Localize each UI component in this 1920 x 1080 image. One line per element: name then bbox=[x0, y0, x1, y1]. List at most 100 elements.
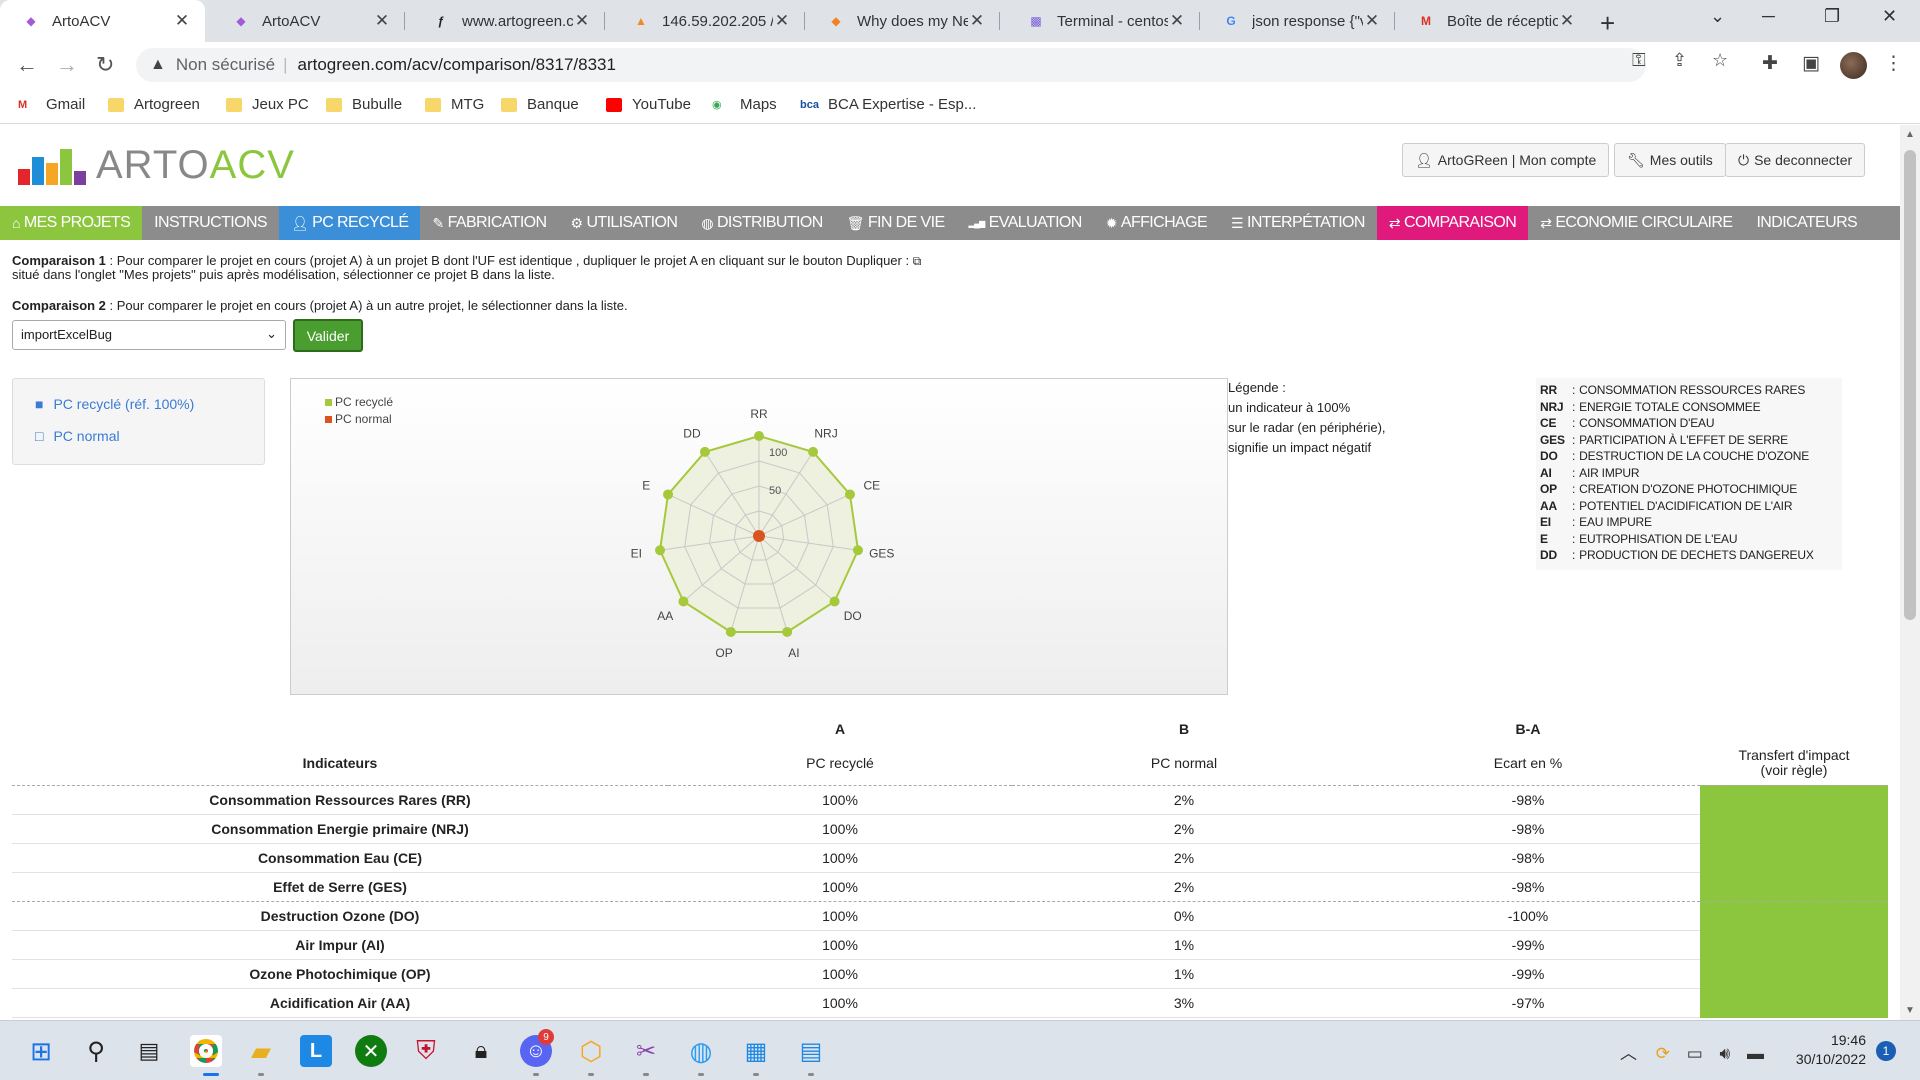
browser-tab[interactable]: ƒ www.artogreen.c ✕ bbox=[410, 0, 605, 42]
scroll-up-icon[interactable]: ▲ bbox=[1905, 129, 1915, 140]
extensions-icon[interactable]: ✚ bbox=[1762, 52, 1778, 75]
tray-chevron-up-icon[interactable]: ︿ bbox=[1620, 1044, 1637, 1063]
rule-link[interactable]: (voir règle) bbox=[1761, 762, 1828, 778]
key-icon[interactable]: ⚿ bbox=[1632, 50, 1646, 71]
series-point-pc-recycle bbox=[663, 489, 674, 500]
forward-icon[interactable]: → bbox=[56, 52, 78, 78]
chrome-taskbar-icon[interactable] bbox=[190, 1035, 222, 1067]
window-close-icon[interactable]: ✕ bbox=[1882, 6, 1897, 27]
main-menu: ⌂ MES PROJETS INSTRUCTIONS 👤︎ PC RECYCLÉ ✎ FAB… bbox=[0, 206, 1900, 240]
cell-ba: -98% bbox=[1356, 814, 1700, 844]
validate-button[interactable]: Valider bbox=[293, 319, 363, 352]
notepad-icon[interactable]: ▤ bbox=[795, 1035, 827, 1067]
browser-tab[interactable]: M Boîte de réceptio ✕ bbox=[1395, 0, 1590, 42]
tab-close-icon[interactable]: ✕ bbox=[173, 11, 191, 31]
tab-search-icon[interactable]: ⌄ bbox=[1710, 6, 1725, 27]
tab-close-icon[interactable]: ✕ bbox=[1363, 11, 1381, 31]
tools-button[interactable]: 🔧︎ Mes outils bbox=[1614, 143, 1726, 177]
duplicate-icon[interactable]: ⧉ bbox=[913, 254, 922, 268]
network-icon[interactable]: ▭ bbox=[1687, 1044, 1703, 1063]
project-select[interactable]: importExcelBug ⌄ bbox=[12, 320, 286, 350]
browser-tab[interactable]: ◆ Why does my Ne ✕ bbox=[805, 0, 1000, 42]
windows-start-icon[interactable]: ⊞ bbox=[25, 1035, 57, 1067]
menu-item-interpétation[interactable]: ☰ INTERPÉTATION bbox=[1219, 206, 1377, 240]
menu-item-fin-de-vie[interactable]: 🗑︎ FIN DE VIE bbox=[835, 206, 957, 240]
bookmark-item[interactable]: Artogreen bbox=[108, 96, 200, 113]
sync-icon[interactable]: ⟳ bbox=[1656, 1044, 1670, 1063]
task-view-icon[interactable]: ▤ bbox=[133, 1035, 165, 1067]
menu-item-evaluation[interactable]: ▂▄▆ EVALUATION bbox=[957, 206, 1094, 240]
scroll-down-icon[interactable]: ▼ bbox=[1905, 1005, 1915, 1016]
share-icon[interactable]: ⇪ bbox=[1672, 50, 1687, 71]
minimize-icon[interactable]: ─ bbox=[1762, 6, 1775, 27]
bookmark-item[interactable]: M Gmail bbox=[18, 96, 85, 113]
menu-item-mes-projets[interactable]: ⌂ MES PROJETS bbox=[0, 206, 143, 240]
folder-open-icon: □ bbox=[35, 428, 44, 444]
project-item-compared[interactable]: □ PC normal bbox=[35, 428, 120, 444]
tab-close-icon[interactable]: ✕ bbox=[773, 11, 791, 31]
radar-axis-label: RR bbox=[750, 407, 768, 421]
snipping-tool-icon[interactable]: ✂ bbox=[630, 1035, 662, 1067]
tab-close-icon[interactable]: ✕ bbox=[1558, 11, 1576, 31]
tab-close-icon[interactable]: ✕ bbox=[1168, 11, 1186, 31]
project-list: ■ PC recyclé (réf. 100%) □ PC normal bbox=[12, 378, 265, 465]
radar-tick-label: 100 bbox=[769, 447, 787, 459]
browser-tab[interactable]: Gjson response {"v ✕ bbox=[1200, 0, 1395, 42]
logout-button[interactable]: ⏻ Se deconnecter bbox=[1725, 143, 1866, 177]
new-tab-icon[interactable]: + bbox=[1600, 8, 1615, 39]
side-panel-icon[interactable]: ▣ bbox=[1802, 52, 1820, 75]
bookmark-item[interactable]: YouTube bbox=[606, 96, 691, 113]
browser-tab[interactable]: ▩ Terminal - centos ✕ bbox=[1005, 0, 1200, 42]
back-icon[interactable]: ← bbox=[16, 52, 38, 78]
menu-item-fabrication[interactable]: ✎ FABRICATION bbox=[420, 206, 558, 240]
tab-close-icon[interactable]: ✕ bbox=[968, 11, 986, 31]
browser-tab[interactable]: ◆ ArtoACV ✕ bbox=[210, 0, 405, 42]
project-item-reference[interactable]: ■ PC recyclé (réf. 100%) bbox=[35, 396, 194, 412]
url-bar[interactable]: ▲ Non sécurisé | artogreen.com/acv/compa… bbox=[136, 48, 1646, 82]
tab-title: 146.59.202.205 / l bbox=[662, 12, 773, 30]
file-explorer-icon[interactable]: ▰ bbox=[245, 1035, 277, 1067]
account-button[interactable]: 👤︎ ArtoGReen | Mon compte bbox=[1402, 143, 1610, 177]
menu-item-pc-recyclé[interactable]: 👤︎ PC RECYCLÉ bbox=[278, 206, 421, 240]
bookmark-item[interactable]: bca BCA Expertise - Esp... bbox=[800, 96, 976, 113]
notification-badge[interactable]: 1 bbox=[1876, 1041, 1896, 1061]
mcafee-icon[interactable]: ⛨ bbox=[410, 1035, 442, 1067]
menu-item-comparaison[interactable]: ⇄ COMPARAISON bbox=[1376, 206, 1529, 240]
menu-item-distribution[interactable]: ◍ DISTRIBUTION bbox=[689, 206, 834, 240]
menu-item-economie-circulaire[interactable]: ⇄ ECONOMIE CIRCULAIRE bbox=[1528, 206, 1744, 240]
menu-dots-icon[interactable]: ⋮ bbox=[1884, 52, 1903, 75]
volume-icon[interactable]: 🔊︎ bbox=[1720, 1044, 1731, 1063]
profile-avatar[interactable] bbox=[1840, 52, 1867, 79]
tab-close-icon[interactable]: ✕ bbox=[373, 11, 391, 31]
battery-icon[interactable]: ▬ bbox=[1747, 1044, 1764, 1063]
monitor-chart-icon[interactable]: ▦ bbox=[740, 1035, 772, 1067]
virtualbox-icon[interactable]: ⬡ bbox=[575, 1035, 607, 1067]
menu-item-utilisation[interactable]: ⚙ UTILISATION bbox=[558, 206, 689, 240]
browser-tab[interactable]: ▲ 146.59.202.205 / l ✕ bbox=[610, 0, 805, 42]
scrollbar-thumb[interactable] bbox=[1904, 150, 1916, 620]
xbox-icon[interactable]: ✕ bbox=[355, 1035, 387, 1067]
cell-b: 0% bbox=[1012, 901, 1356, 931]
radar-axis-label: NRJ bbox=[814, 426, 837, 440]
reload-icon[interactable]: ↻ bbox=[96, 52, 114, 78]
tab-close-icon[interactable]: ✕ bbox=[573, 11, 591, 31]
search-icon[interactable]: ⚲ bbox=[80, 1035, 112, 1067]
restore-icon[interactable]: ❐ bbox=[1824, 6, 1840, 27]
artoacv-logo[interactable]: ARTOACV bbox=[18, 145, 295, 185]
launcher-l-icon[interactable]: L bbox=[300, 1035, 332, 1067]
bookmark-item[interactable]: Bubulle bbox=[326, 96, 402, 113]
bookmark-star-icon[interactable]: ☆ bbox=[1712, 50, 1728, 71]
menu-item-instructions[interactable]: INSTRUCTIONS bbox=[142, 206, 279, 240]
browser-globe-icon[interactable]: ◍ bbox=[685, 1035, 717, 1067]
browser-tab[interactable]: ◆ ArtoACV ✕ bbox=[0, 0, 205, 42]
bookmark-item[interactable]: Jeux PC bbox=[226, 96, 309, 113]
page-scrollbar[interactable]: ▲ ▼ bbox=[1900, 125, 1920, 1020]
clock[interactable]: 19:46 30/10/2022 bbox=[1786, 1031, 1866, 1069]
bookmark-item[interactable]: Banque bbox=[501, 96, 579, 113]
menu-item-indicateurs[interactable]: INDICATEURS bbox=[1744, 206, 1869, 240]
bookmark-item[interactable]: ◉ Maps bbox=[712, 96, 777, 113]
legend-row: DD: PRODUCTION DE DECHETS DANGEREUX bbox=[1540, 548, 1814, 562]
bookmark-item[interactable]: MTG bbox=[425, 96, 484, 113]
menu-item-affichage[interactable]: ✹ AFFICHAGE bbox=[1094, 206, 1219, 240]
vpn-lock-icon[interactable]: 🔒︎ bbox=[465, 1035, 497, 1067]
